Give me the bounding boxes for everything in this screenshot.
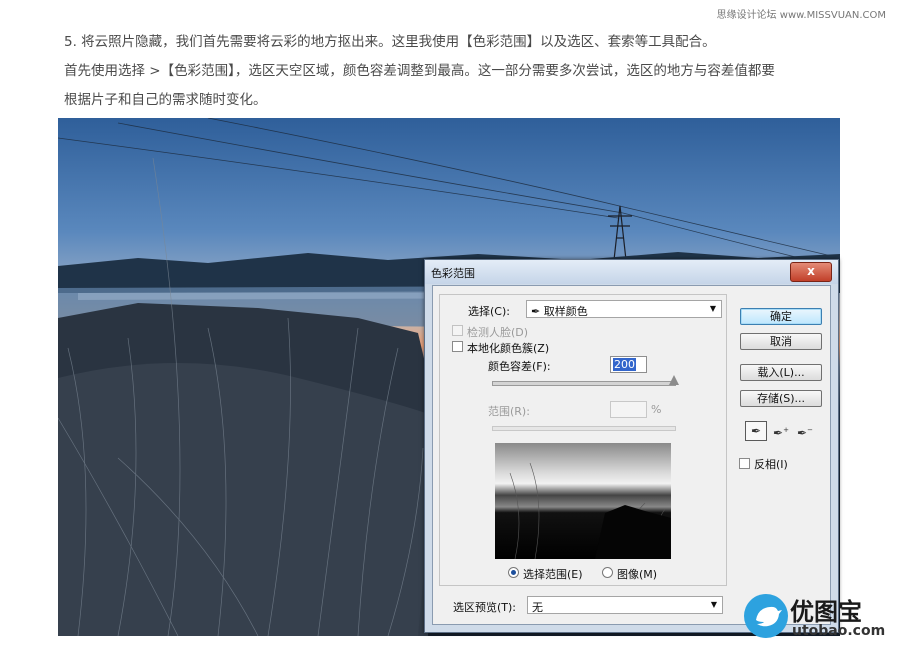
article-line-2: 首先使用选择 >【色彩范围】，选区天空区域，颜色容差调整到最高。这一部分需要多次…: [64, 63, 775, 79]
selection-preview-label: 选区预览(T):: [453, 601, 517, 614]
dialog-title: 色彩范围: [431, 267, 475, 280]
chevron-down-icon: ▼: [710, 600, 717, 609]
localized-clusters-label: 本地化颜色簇(Z): [467, 342, 550, 355]
article-text: 5. 将云照片隐藏，我们首先需要将云彩的地方抠出来。这里我使用【色彩范围】以及选…: [64, 28, 854, 115]
watermark-text: 思缘设计论坛 www.MISSVUAN.COM: [716, 10, 886, 21]
select-label: 选择(C):: [468, 305, 510, 318]
invert-checkbox[interactable]: [739, 458, 750, 469]
logo-title: 优图宝: [790, 598, 862, 626]
selection-preview-image: [495, 443, 671, 559]
fuzziness-label: 颜色容差(F):: [488, 360, 551, 373]
fuzziness-input[interactable]: 200: [610, 356, 647, 373]
fuzziness-slider-track[interactable]: [492, 381, 676, 386]
bird-logo-icon: [744, 594, 788, 638]
localized-clusters-checkbox[interactable]: [452, 341, 463, 352]
article-line-1: 5. 将云照片隐藏，我们首先需要将云彩的地方抠出来。这里我使用【色彩范围】以及选…: [64, 34, 716, 50]
load-button[interactable]: 载入(L)...: [740, 364, 822, 381]
selection-preview-dropdown[interactable]: 无 ▼: [527, 596, 723, 614]
dialog-client-area: 选择(C): ✒ 取样颜色 ▼ 检测人脸(D) 本地化颜色簇(Z) 颜色容差(F…: [432, 285, 831, 625]
detect-faces-checkbox[interactable]: [452, 325, 463, 336]
radio-image[interactable]: [602, 567, 613, 578]
save-button[interactable]: 存储(S)...: [740, 390, 822, 407]
selection-preview-value: 无: [532, 601, 543, 614]
range-unit: %: [651, 403, 662, 416]
eyedropper-icon[interactable]: ✒: [745, 421, 767, 441]
color-range-dialog: 色彩范围 x 选择(C): ✒ 取样颜色 ▼ 检测人脸(D) 本地化颜色簇(Z)…: [424, 259, 839, 633]
ok-button[interactable]: 确定: [740, 308, 822, 325]
fuzziness-slider-thumb[interactable]: [669, 375, 679, 385]
range-label: 范围(R):: [488, 405, 530, 418]
close-button[interactable]: x: [790, 262, 832, 282]
invert-label: 反相(I): [754, 458, 788, 471]
radio-image-label: 图像(M): [617, 568, 658, 581]
radio-selection-label: 选择范围(E): [523, 568, 583, 581]
range-slider-track[interactable]: [492, 426, 676, 431]
eyedropper-plus-icon[interactable]: ✒+: [770, 421, 792, 441]
fuzziness-value: 200: [613, 358, 636, 371]
range-input[interactable]: [610, 401, 647, 418]
cancel-button[interactable]: 取消: [740, 333, 822, 350]
utobao-logo: 优图宝 utobao.com: [744, 590, 894, 646]
select-dropdown[interactable]: ✒ 取样颜色 ▼: [526, 300, 722, 318]
eyedropper-small-icon: ✒: [531, 305, 541, 318]
detect-faces-label: 检测人脸(D): [467, 326, 529, 339]
options-group: 选择(C): ✒ 取样颜色 ▼ 检测人脸(D) 本地化颜色簇(Z) 颜色容差(F…: [439, 294, 727, 586]
eyedropper-minus-icon[interactable]: ✒−: [794, 421, 816, 441]
radio-selection[interactable]: [508, 567, 519, 578]
close-icon: x: [807, 264, 815, 278]
chevron-down-icon: ▼: [709, 304, 716, 313]
select-value: 取样颜色: [543, 305, 588, 318]
article-line-3: 根据片子和自己的需求随时变化。: [64, 92, 267, 108]
logo-subtitle: utobao.com: [792, 623, 886, 639]
dialog-title-bar[interactable]: 色彩范围: [425, 260, 838, 284]
